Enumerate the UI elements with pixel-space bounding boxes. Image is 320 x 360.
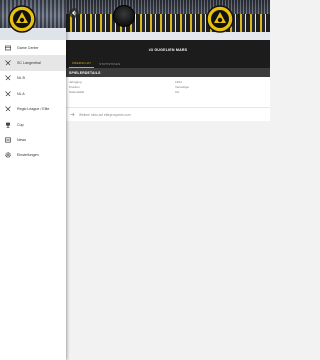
- sidebar-item-label: NL B: [17, 76, 25, 81]
- sidebar-item-label: Game Center: [17, 45, 39, 50]
- sidebar-item-nl-a[interactable]: NL A: [0, 86, 66, 101]
- detail-label: Jahrgang: [69, 80, 82, 84]
- league-icon: [5, 106, 11, 112]
- detail-value: Verteidiger: [175, 84, 190, 89]
- player-avatar: [113, 5, 135, 27]
- tab-uebersicht[interactable]: ÜBERSICHT: [69, 59, 95, 68]
- sidebar-item-news[interactable]: News: [0, 132, 66, 147]
- arrow-right-icon: [70, 112, 75, 117]
- league-icon: [5, 91, 11, 97]
- sidebar-item-cup[interactable]: Cup: [0, 117, 66, 132]
- sidebar-header-image: [0, 0, 66, 40]
- detail-label: Nationalität: [69, 89, 85, 94]
- detail-value: CH: [175, 89, 180, 94]
- league-icon: [5, 75, 11, 81]
- sidebar-item-game-center[interactable]: Game Center: [0, 40, 66, 55]
- sidebar-item-label: Cup: [17, 122, 24, 127]
- tab-statistiken[interactable]: STATISTIKEN: [96, 59, 123, 68]
- game-center-icon: [5, 45, 11, 51]
- section-header-spielerdetails: SPIELERDETAILS: [66, 68, 270, 77]
- club-logo-icon: [8, 5, 36, 33]
- sidebar-item-label: News: [17, 138, 26, 143]
- sidebar-item-label: Einstellungen: [17, 153, 39, 158]
- player-details: Jahrgang 1994 Position Verteidiger Natio…: [66, 77, 270, 107]
- sidebar-item-label: NL A: [17, 91, 25, 96]
- news-icon: [5, 137, 11, 143]
- arrow-left-icon: [71, 10, 77, 16]
- sidebar-item-regio-league[interactable]: Regio League / Elite: [0, 102, 66, 117]
- detail-row-nationalitaet: Nationalität CH: [69, 90, 267, 95]
- eliteprospects-link[interactable]: Weitere Infos auf eliteprospects.com: [66, 107, 270, 121]
- sidebar-item-nl-b[interactable]: NL B: [0, 71, 66, 86]
- sidebar-item-label: SC Langenthal: [17, 61, 41, 66]
- gear-icon: [5, 152, 11, 159]
- trophy-icon: [5, 122, 11, 128]
- tab-bar: ÜBERSICHT STATISTIKEN: [66, 59, 270, 68]
- detail-value: 1994: [175, 80, 182, 84]
- detail-label: Position: [69, 84, 80, 89]
- team-icon: [5, 60, 11, 66]
- sidebar-item-sc-langenthal[interactable]: SC Langenthal: [0, 55, 66, 71]
- sidebar: Game Center SC Langenthal NL B NL A Regi…: [0, 0, 66, 360]
- player-detail-view: #3 GUGELIEN MARS ÜBERSICHT STATISTIKEN S…: [66, 0, 270, 360]
- sidebar-item-einstellungen[interactable]: Einstellungen: [0, 148, 66, 163]
- back-button[interactable]: [69, 8, 79, 18]
- sidebar-nav: Game Center SC Langenthal NL B NL A Regi…: [0, 40, 66, 163]
- player-title: #3 GUGELIEN MARS: [66, 40, 270, 59]
- team-photo-banner: [66, 0, 270, 40]
- link-label: Weitere Infos auf eliteprospects.com: [79, 112, 131, 117]
- sidebar-item-label: Regio League / Elite: [17, 107, 50, 112]
- club-logo-icon: [206, 5, 234, 33]
